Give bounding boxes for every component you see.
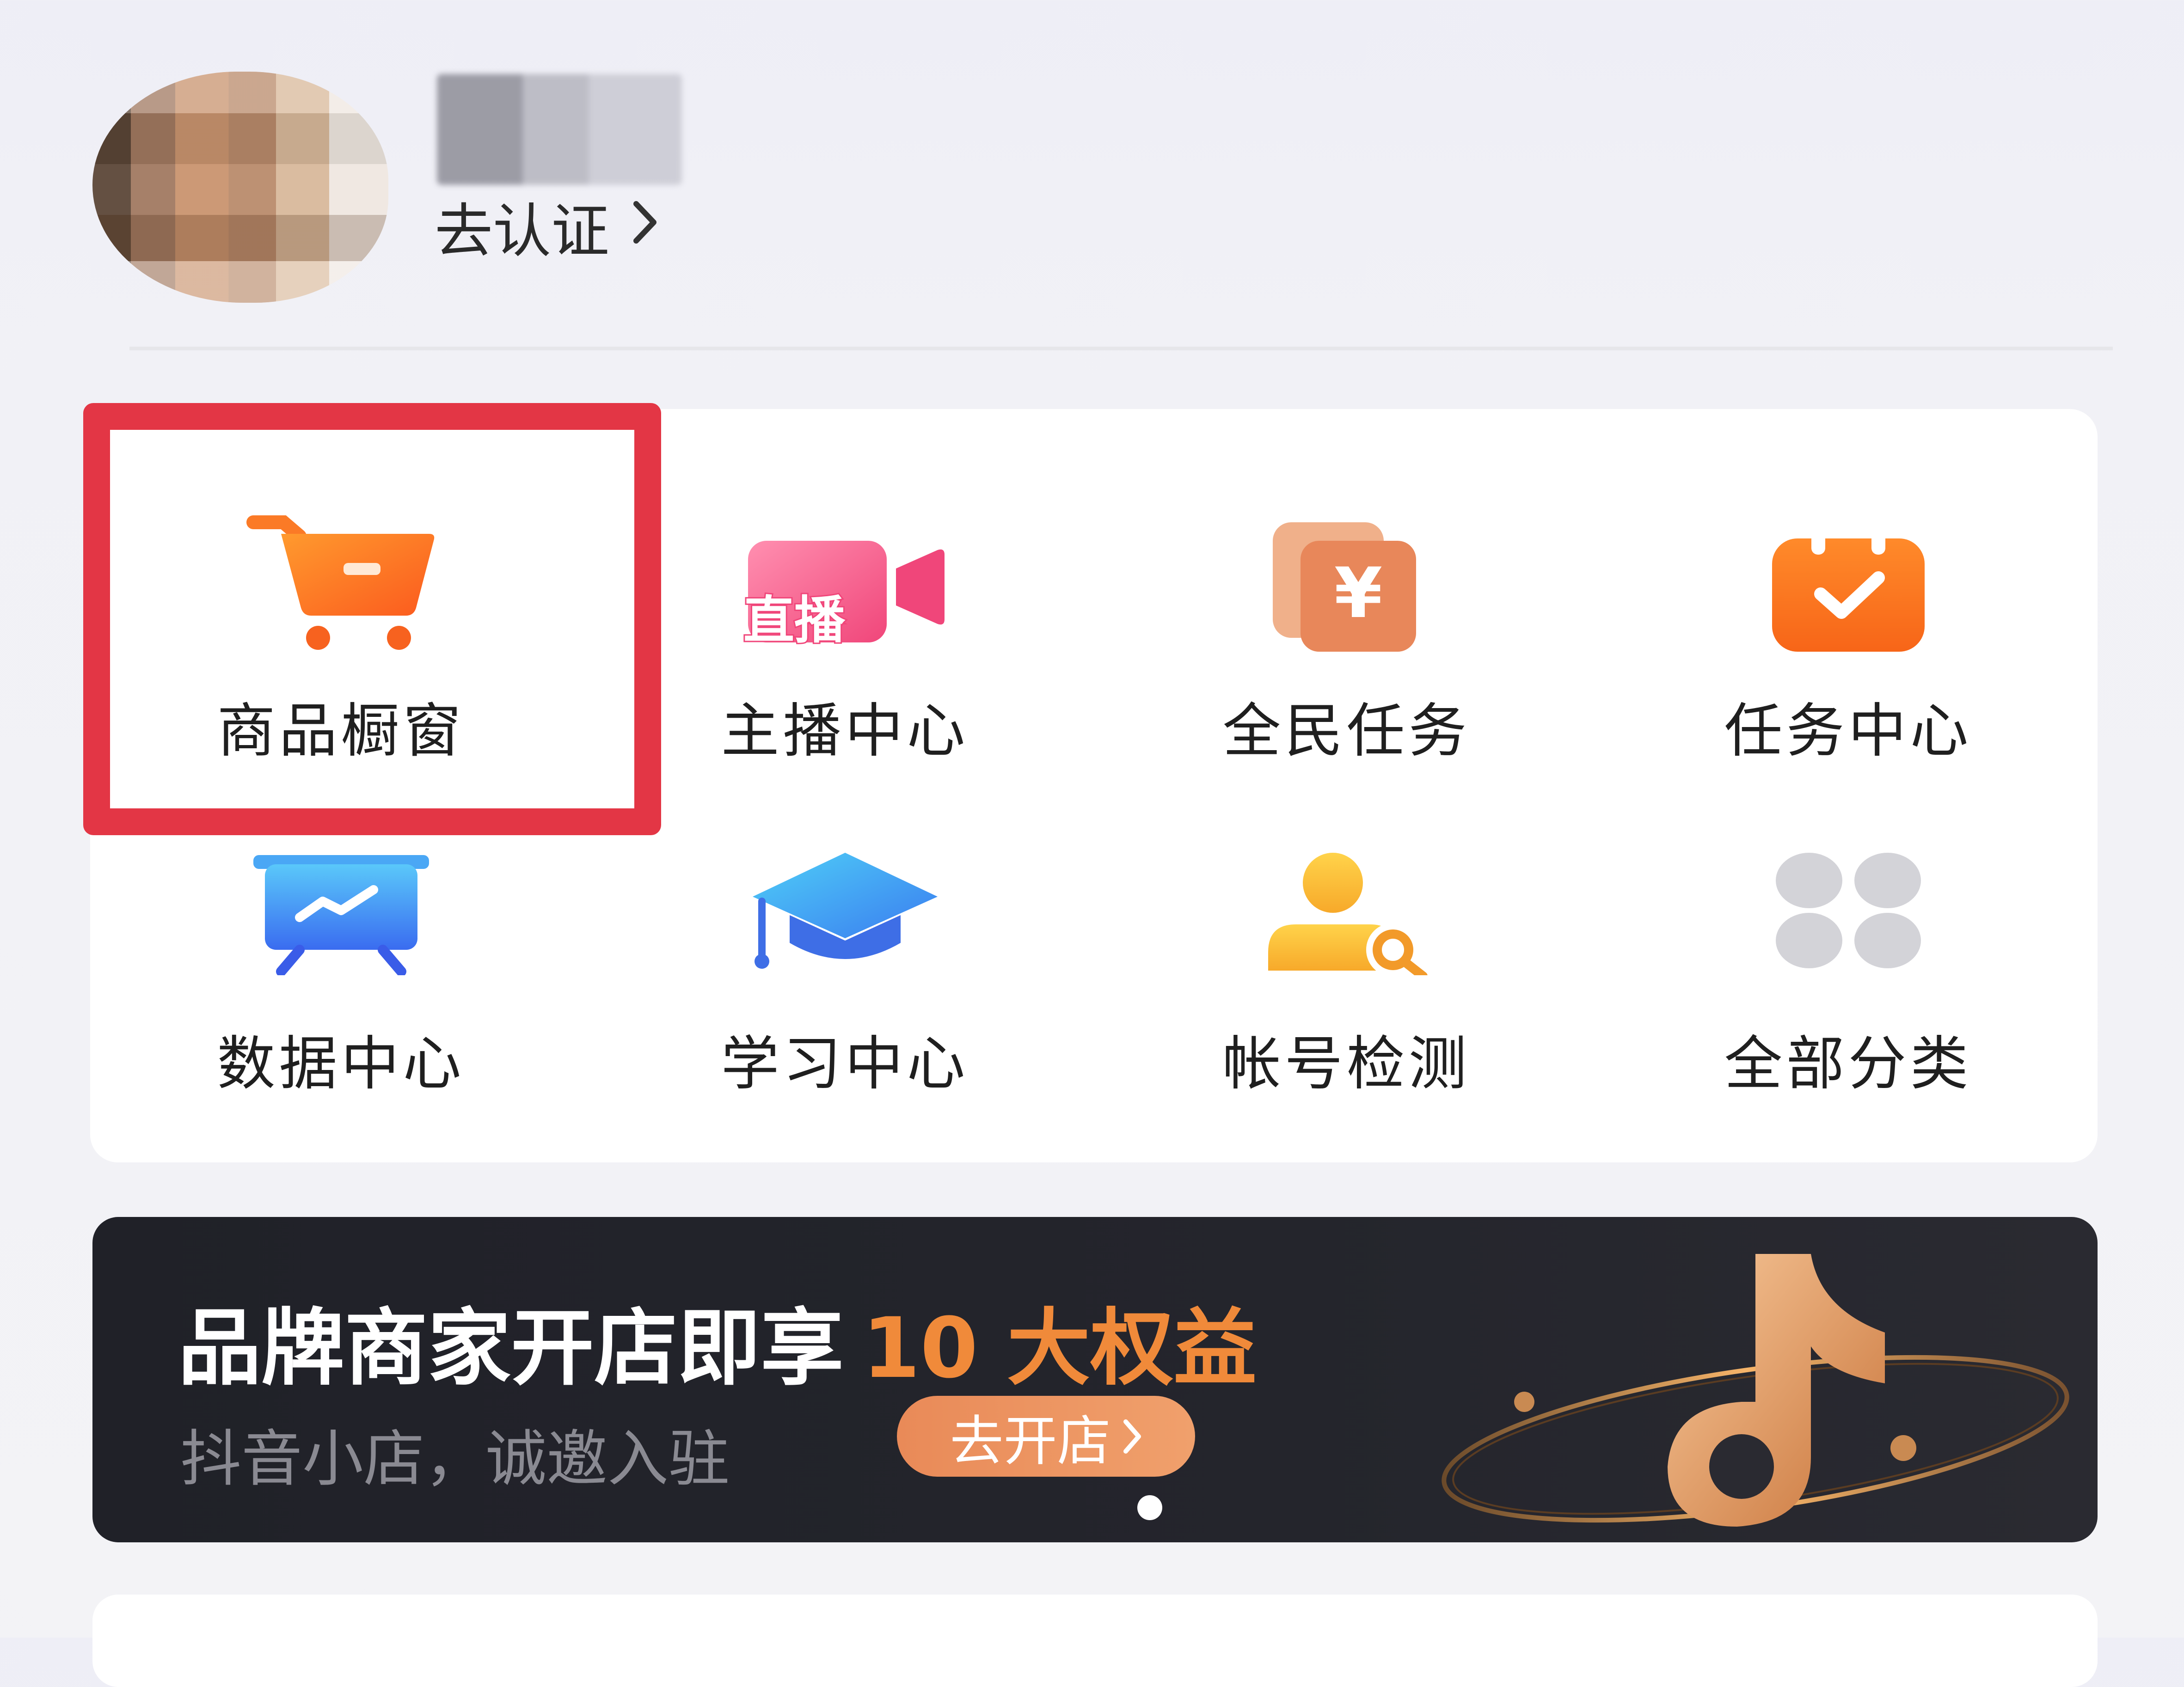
yuan-icon-text: ¥: [1334, 553, 1382, 634]
user-search-icon: [1259, 850, 1435, 981]
bottom-card: [92, 1595, 2098, 1687]
divider: [129, 347, 2113, 350]
grid-item-label: 任务中心: [1724, 697, 1972, 765]
grid-item-label: 数据中心: [217, 1030, 465, 1098]
all-categories-icon: [1772, 850, 1925, 975]
open-store-button[interactable]: 去开店: [897, 1396, 1195, 1477]
avatar[interactable]: [92, 72, 388, 303]
live-icon-text: 直播: [743, 591, 846, 650]
highlight-box: [83, 403, 661, 835]
grid-item-label: 全民任务: [1222, 697, 1471, 765]
chevron-right-icon: [632, 195, 659, 259]
banner-subtitle: 抖音小店，诚邀入驻: [180, 1424, 730, 1495]
banner-title-highlight: 10 大权益: [862, 1300, 1257, 1397]
verify-label: 去认证: [435, 197, 609, 265]
grid-item-label: 学习中心: [721, 1030, 969, 1098]
calendar-check-icon: [1767, 525, 1929, 656]
username-blurred: [437, 74, 682, 185]
verify-link[interactable]: 去认证: [435, 189, 659, 265]
graduation-cap-icon: [743, 850, 947, 975]
grid-item-label: 主播中心: [721, 697, 969, 765]
douyin-note-logo: [1442, 1254, 2069, 1527]
open-store-label: 去开店: [950, 1410, 1111, 1473]
data-board-icon: [249, 850, 434, 977]
grid-item-label: 帐号检测: [1222, 1030, 1471, 1098]
banner-title: 品牌商家开店即享 10 大权益: [178, 1280, 1257, 1401]
chevron-right-icon: [1123, 1419, 1141, 1454]
live-camera-icon: 直播: [739, 536, 951, 656]
yuan-coins-icon: ¥: [1264, 518, 1430, 656]
banner-title-main: 品牌商家开店即享: [178, 1300, 844, 1397]
grid-item-label: 全部分类: [1724, 1030, 1972, 1098]
carousel-dot-active[interactable]: [1137, 1495, 1162, 1520]
